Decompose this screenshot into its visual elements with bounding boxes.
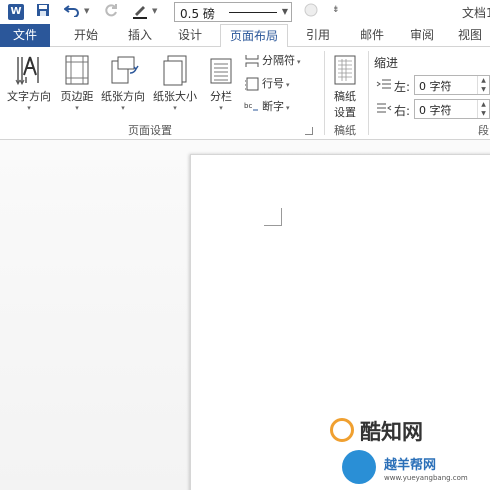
paper-size-icon [163, 55, 187, 86]
undo-dropdown-icon[interactable]: ▼ [84, 7, 89, 15]
redo-icon[interactable] [104, 3, 118, 21]
chevron-down-icon: ▼ [281, 7, 288, 16]
size-button[interactable]: 纸张大小 ▾ [150, 53, 200, 113]
chevron-down-icon: ▾ [297, 58, 301, 66]
text-direction-icon [15, 56, 39, 86]
chevron-down-icon: ▾ [219, 104, 223, 112]
line-weight-sample [229, 12, 277, 13]
circle-icon[interactable] [304, 3, 318, 21]
chevron-down-icon: ▾ [173, 104, 177, 112]
watermark-site1: 酷知网 [360, 420, 423, 444]
indent-right-label: 右: [394, 104, 411, 118]
chevron-down-icon: ▾ [286, 81, 290, 89]
manuscript-group-label: 稿纸 [334, 124, 356, 137]
ribbon-tabs: 文件 开始 插入 设计 页面布局 引用 邮件 审阅 视图 [0, 24, 490, 48]
margin-corner-mark [264, 208, 282, 226]
chevron-down-icon: ▾ [75, 104, 79, 112]
quick-access-toolbar: W ▼ ▼ 0.5 磅 ▼ ⇟ 文档1 [0, 0, 490, 24]
undo-icon[interactable] [63, 3, 80, 21]
chevron-down-icon: ▾ [27, 104, 31, 112]
margins-icon [65, 55, 89, 85]
line-numbers-button[interactable]: 行号 ▾ [244, 75, 290, 93]
tab-references[interactable]: 引用 [296, 24, 340, 47]
indent-left-spinner[interactable]: ▲ ▼ [477, 76, 489, 94]
text-direction-label: 文字方向 [7, 90, 51, 103]
indent-right-icon [377, 103, 392, 113]
breaks-button[interactable]: 分隔符 ▾ [244, 52, 301, 70]
indent-left-icon [376, 79, 391, 89]
ribbon: 文字方向 ▾ 页边距 ▾ 纸张方向 ▾ 纸张大小 ▾ 分栏 ▾ 分隔符 ▾ 行号… [0, 47, 490, 140]
save-icon[interactable] [36, 3, 50, 21]
orientation-label: 纸张方向 [101, 90, 145, 103]
columns-icon [210, 58, 232, 84]
manuscript-label-1: 稿纸 [334, 90, 356, 103]
indent-heading: 缩进 [374, 56, 399, 70]
size-label: 纸张大小 [153, 90, 197, 103]
indent-right-value: 0 字符 [419, 104, 452, 117]
chevron-down-icon: ▾ [121, 104, 125, 112]
word-logo-icon: W [8, 4, 24, 20]
line-weight-select[interactable]: 0.5 磅 ▼ [174, 2, 292, 22]
chevron-down-icon: ▾ [286, 104, 290, 112]
watermark-url: www.yueyangbang.com [384, 474, 468, 482]
columns-label: 分栏 [210, 90, 232, 103]
manuscript-label-2: 设置 [334, 106, 356, 119]
indent-left-label: 左: [394, 80, 411, 94]
manuscript-settings-button[interactable]: 稿纸 设置 [328, 53, 362, 120]
indent-left-input[interactable]: 0 字符 ▲ ▼ [414, 75, 490, 95]
paragraph-group-label: 段 [478, 124, 489, 137]
document-title: 文档1 [462, 6, 490, 20]
hyphenation-button[interactable]: bc 断字 ▾ [244, 98, 290, 116]
line-numbers-label: 行号 [262, 77, 284, 90]
tab-design[interactable]: 设计 [168, 24, 212, 47]
group-divider [368, 51, 369, 135]
indent-right-input[interactable]: 0 字符 ▲ ▼ [414, 99, 490, 119]
group-divider [324, 51, 325, 135]
tab-view[interactable]: 视图 [450, 24, 490, 47]
orientation-button[interactable]: 纸张方向 ▾ [98, 53, 148, 113]
breaks-label: 分隔符 [262, 54, 295, 67]
manuscript-icon [334, 55, 356, 85]
watermark-yueyangbang: 越羊帮网 www.yueyangbang.com [338, 448, 488, 488]
tab-review[interactable]: 审阅 [400, 24, 444, 47]
indent-right-spinner[interactable]: ▲ ▼ [477, 100, 489, 118]
pen-color-dropdown-icon[interactable]: ▼ [152, 7, 157, 15]
svg-text:bc: bc [244, 102, 252, 110]
margins-button[interactable]: 页边距 ▾ [58, 53, 96, 113]
tab-home[interactable]: 开始 [64, 24, 108, 47]
line-numbers-icon [245, 77, 259, 91]
customize-qat-icon[interactable]: ⇟ [332, 5, 340, 15]
watermark-site2: 越羊帮网 [384, 458, 437, 473]
hyphenation-icon: bc [244, 102, 258, 111]
page-setup-group-label: 页面设置 [128, 124, 172, 137]
hyphenation-label: 断字 [262, 100, 284, 113]
text-direction-button[interactable]: 文字方向 ▾ [4, 53, 54, 113]
page-setup-launcher-icon[interactable] [305, 127, 313, 135]
yueyangbang-logo-icon [342, 450, 376, 484]
orientation-icon [111, 56, 139, 84]
tab-insert[interactable]: 插入 [118, 24, 162, 47]
tab-file[interactable]: 文件 [0, 24, 50, 47]
columns-button[interactable]: 分栏 ▾ [206, 53, 236, 113]
breaks-icon [245, 55, 259, 67]
margins-label: 页边距 [60, 90, 94, 103]
indent-left-value: 0 字符 [419, 80, 452, 93]
tab-mailings[interactable]: 邮件 [350, 24, 394, 47]
pen-color-icon[interactable] [132, 3, 148, 21]
line-weight-value: 0.5 磅 [180, 7, 215, 21]
tab-page-layout[interactable]: 页面布局 [220, 24, 288, 48]
kuzhi-logo-icon [330, 418, 354, 442]
